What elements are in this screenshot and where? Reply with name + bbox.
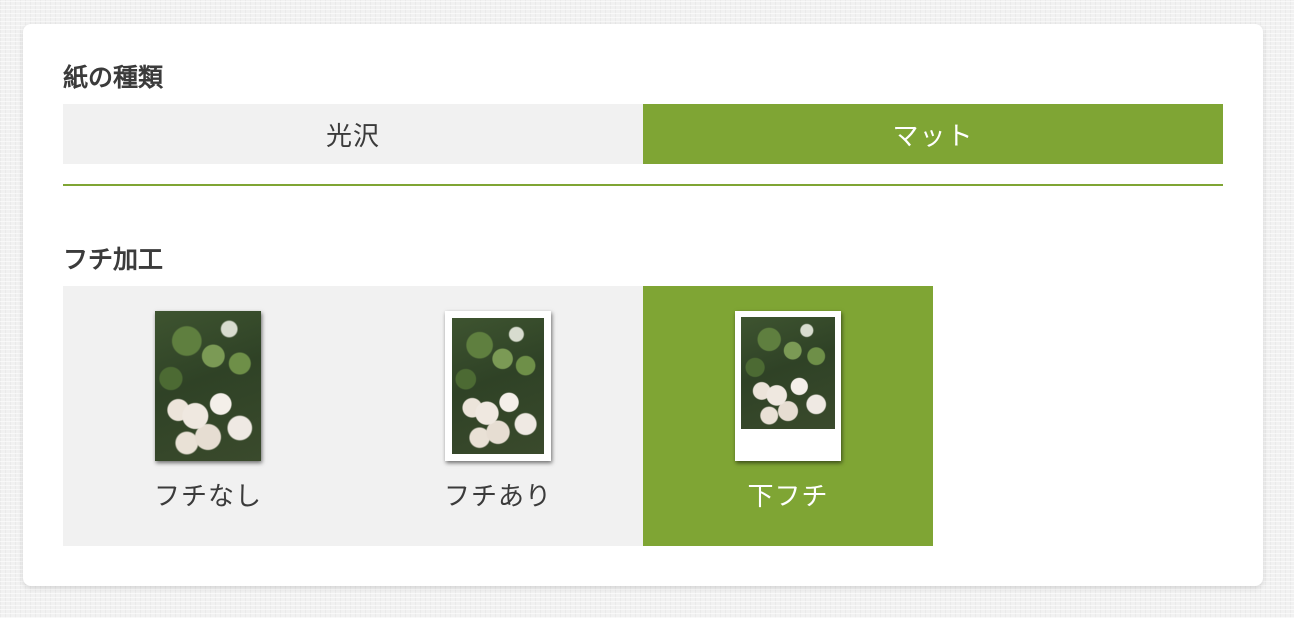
paper-option-matte[interactable]: マット <box>643 104 1223 164</box>
border-option-label: フチなし <box>153 482 262 512</box>
print-options-card: 紙の種類 光沢 マット フチ加工 フチなし フチあり 下フチ <box>23 24 1263 586</box>
border-option-label: フチあり <box>443 482 552 512</box>
border-option-bordered[interactable]: フチあり <box>353 286 643 546</box>
rose-photo-image <box>452 318 544 454</box>
border-option-none[interactable]: フチなし <box>63 286 353 546</box>
paper-type-heading: 紙の種類 <box>63 63 164 92</box>
border-processing-heading: フチ加工 <box>63 245 164 274</box>
border-option-bottom[interactable]: 下フチ <box>643 286 933 546</box>
rose-photo-image <box>155 311 261 461</box>
photo-bottom-border-thumbnail <box>735 311 841 461</box>
photo-with-border-thumbnail <box>445 311 551 461</box>
border-type-selector: フチなし フチあり 下フチ <box>63 286 933 546</box>
section-divider <box>63 184 1223 186</box>
photo-no-border-thumbnail <box>155 311 261 461</box>
paper-type-selector: 光沢 マット <box>63 104 1223 164</box>
paper-option-glossy[interactable]: 光沢 <box>63 104 643 164</box>
rose-photo-image <box>741 317 835 429</box>
border-option-label: 下フチ <box>747 482 829 512</box>
